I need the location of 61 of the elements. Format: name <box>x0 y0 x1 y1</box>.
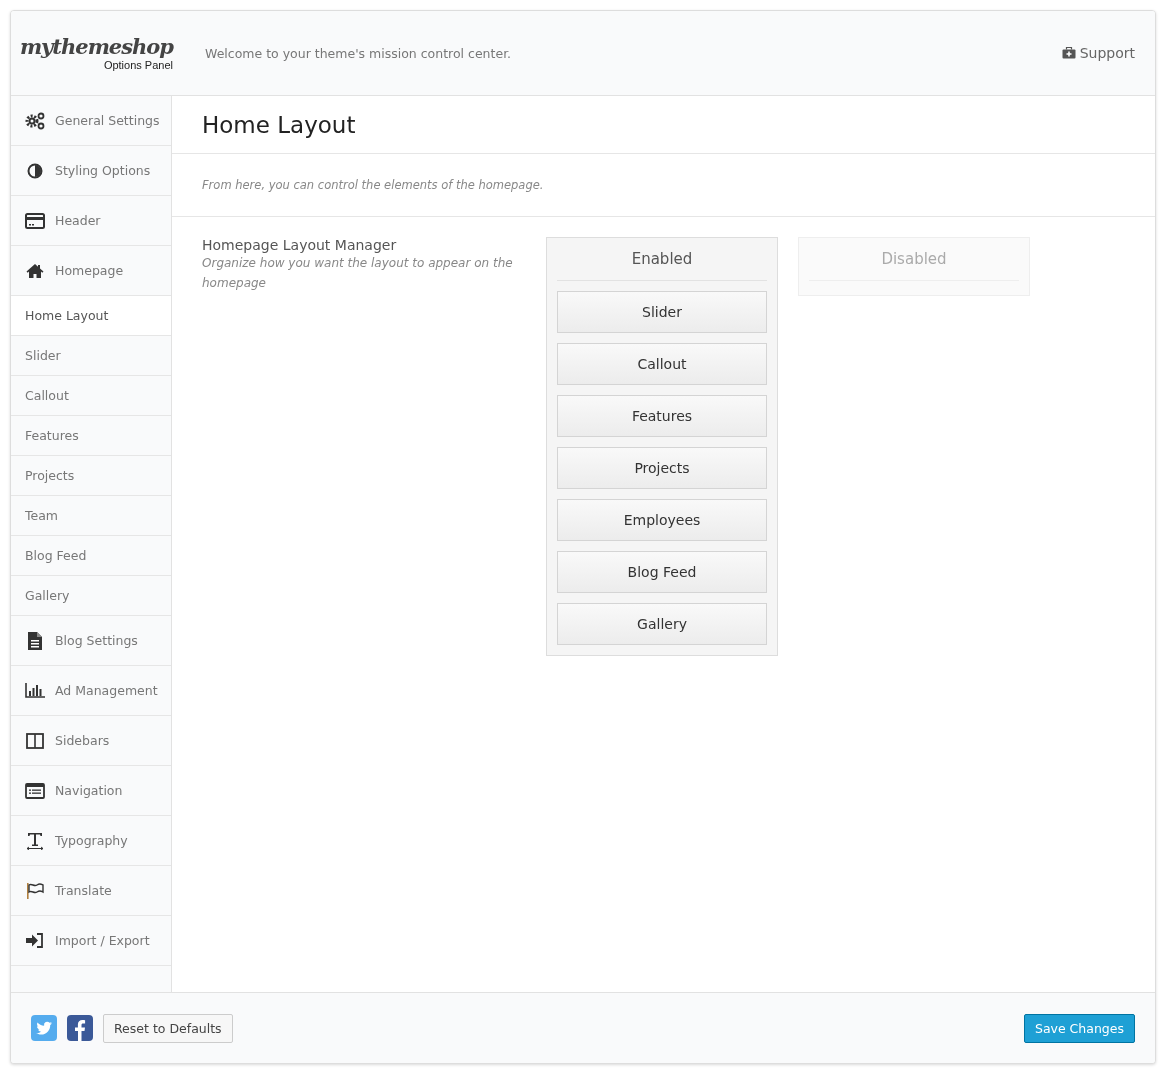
contrast-icon <box>25 162 45 179</box>
support-link[interactable]: Support <box>1061 45 1135 61</box>
option-help: Organize how you want the layout to appear on the homepage <box>202 255 514 292</box>
sidebar-label: Header <box>55 213 101 228</box>
sidebar-item[interactable]: Import / Export <box>11 916 171 966</box>
sidebar-label: Translate <box>55 883 112 898</box>
column-heading: Disabled <box>809 238 1019 281</box>
save-button[interactable]: Save Changes <box>1023 1013 1135 1043</box>
layout-block[interactable]: Blog Feed <box>557 551 767 593</box>
bar-chart-icon <box>25 683 45 698</box>
sidebar-item[interactable]: Sidebars <box>11 716 171 766</box>
columns-icon <box>25 732 45 749</box>
sidebar-item[interactable]: Blog Feed <box>11 536 171 576</box>
option-label: Homepage Layout Manager <box>202 237 398 253</box>
sidebar-item[interactable]: Slider <box>11 336 171 376</box>
layout-block[interactable]: Callout <box>557 343 767 385</box>
sidebar-label: Ad Management <box>55 683 158 698</box>
sidebar-item[interactable]: Home Layout <box>11 296 171 336</box>
sidebar-label: Navigation <box>55 783 123 798</box>
gears-icon <box>25 111 45 130</box>
sign-in-icon <box>25 933 45 948</box>
sidebar-item[interactable]: Typography <box>11 816 171 866</box>
sidebar-label: Sidebars <box>55 733 110 748</box>
sidebar-item[interactable]: Ad Management <box>11 666 171 716</box>
layout-block[interactable]: Features <box>557 395 767 437</box>
text-icon <box>25 831 45 850</box>
sidebar-item[interactable]: General Settings <box>11 96 171 146</box>
sidebar-item[interactable]: Projects <box>11 456 171 496</box>
sidebar-item[interactable]: Blog Settings <box>11 616 171 666</box>
sidebar-label: Blog Settings <box>55 633 138 648</box>
sidebar-label: General Settings <box>55 113 160 128</box>
first-aid-kit-icon <box>1061 47 1076 59</box>
sidebar-item[interactable]: Features <box>11 416 171 456</box>
home-icon <box>25 263 45 278</box>
column-heading: Enabled <box>557 238 767 281</box>
layout-block[interactable]: Slider <box>557 291 767 333</box>
layout-block[interactable]: Gallery <box>557 603 767 645</box>
layout-block[interactable]: Employees <box>557 499 767 541</box>
flag-icon <box>25 882 45 899</box>
sidebar-label: Styling Options <box>55 163 151 178</box>
layout-block[interactable]: Projects <box>557 447 767 489</box>
card-icon <box>25 212 45 229</box>
sidebar-item[interactable]: Callout <box>11 376 171 416</box>
sidebar-item[interactable]: Team <box>11 496 171 536</box>
tagline: Welcome to your theme's mission control center. <box>205 45 512 61</box>
sidebar-label: Typography <box>55 833 128 848</box>
list-icon <box>25 782 45 799</box>
sidebar-item[interactable]: Gallery <box>11 576 171 616</box>
document-icon <box>25 631 45 650</box>
sidebar-item[interactable]: Translate <box>11 866 171 916</box>
sidebar-label: Import / Export <box>55 933 150 948</box>
page-title: Home Layout <box>202 111 356 138</box>
logo: mythemeshop <box>19 35 173 59</box>
sidebar-label: Homepage <box>55 263 124 278</box>
page-description: From here, you can control the elements of the homepage. <box>202 178 544 192</box>
facebook-icon[interactable] <box>67 1015 93 1041</box>
sidebar-item[interactable]: Header <box>11 196 171 246</box>
reset-button[interactable]: Reset to Defaults <box>103 1013 233 1043</box>
sidebar-item[interactable]: Navigation <box>11 766 171 816</box>
sidebar-item[interactable]: Styling Options <box>11 146 171 196</box>
logo-subtitle: Options Panel <box>103 59 173 71</box>
